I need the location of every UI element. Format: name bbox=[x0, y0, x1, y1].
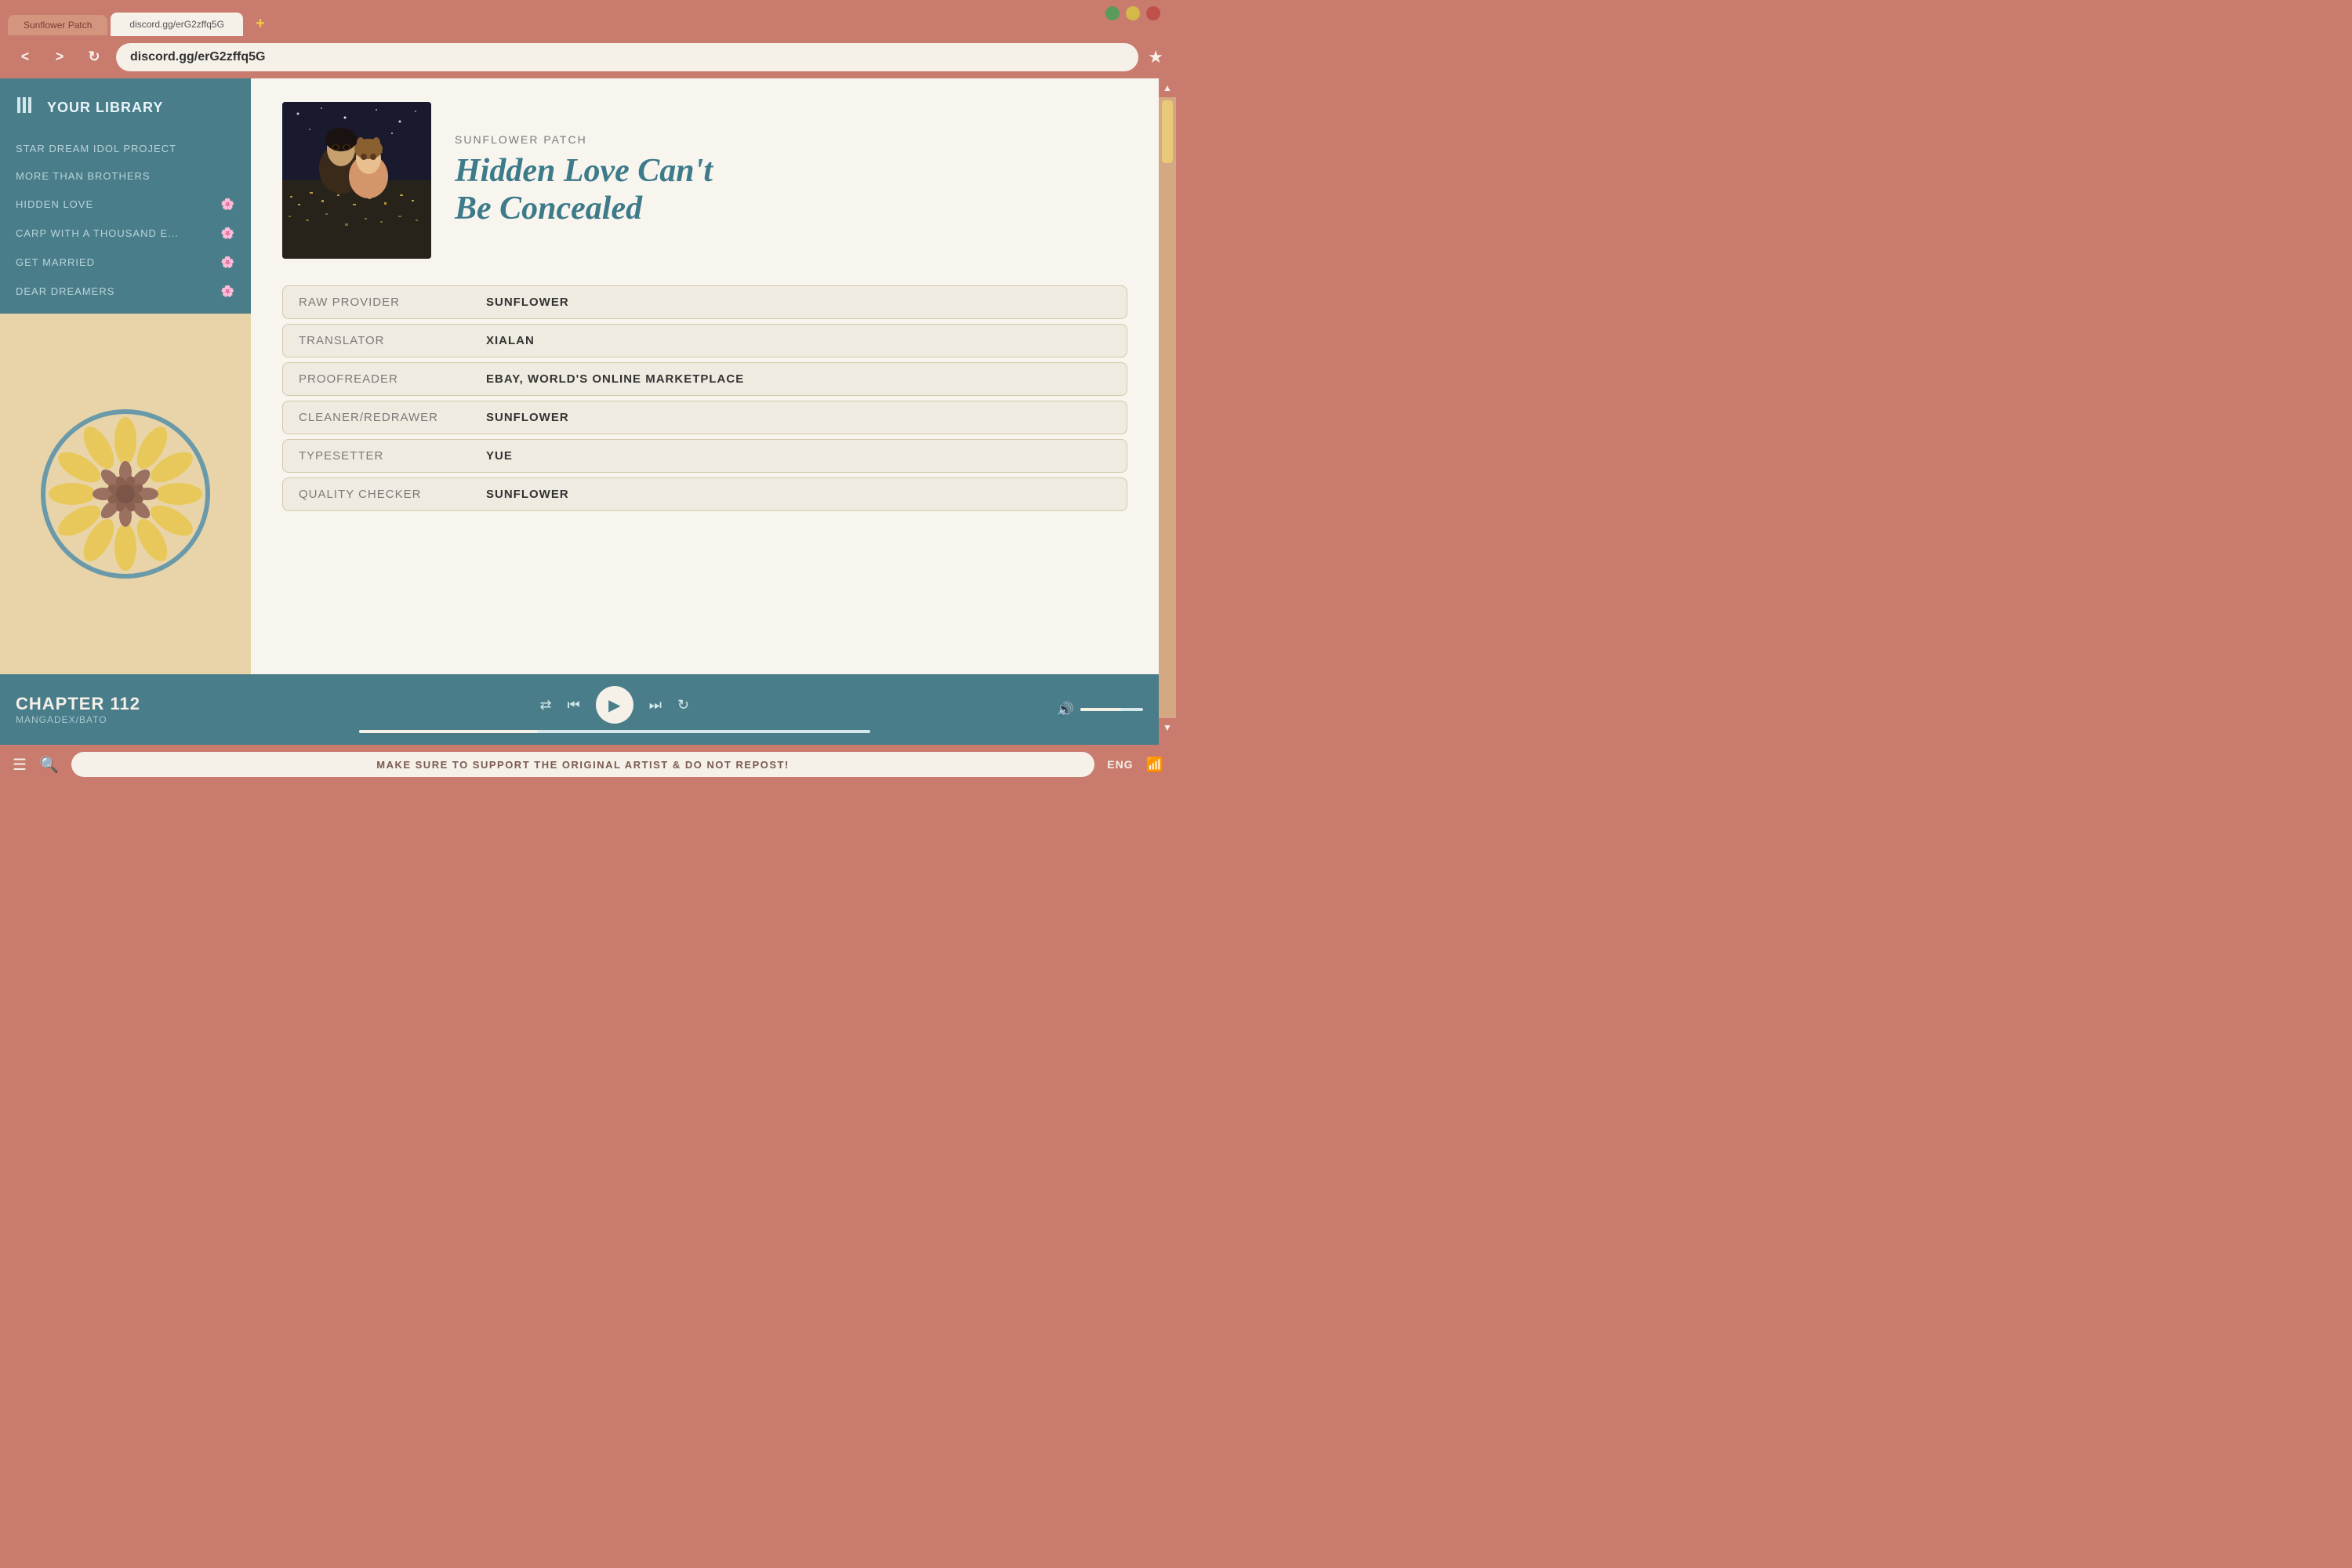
sidebar-item-more-than-brothers[interactable]: MORE THAN BROTHERS bbox=[0, 162, 251, 190]
book-header: SUNFLOWER PATCH Hidden Love Can't Be Con… bbox=[282, 102, 1127, 259]
flower-icon-4: 🌸 bbox=[221, 285, 235, 298]
credits-table: RAW PROVIDER SUNFLOWER TRANSLATOR XIALAN… bbox=[282, 281, 1127, 516]
flower-icon-1: 🌸 bbox=[221, 198, 235, 211]
language-label: ENG bbox=[1107, 758, 1133, 771]
sidebar-item-carp[interactable]: CARP WITH A THOUSAND E... 🌸 bbox=[0, 219, 251, 248]
sidebar-logo-area bbox=[0, 314, 251, 674]
window-controls bbox=[1105, 6, 1160, 20]
book-title: Hidden Love Can't Be Concealed bbox=[455, 152, 713, 228]
sidebar: YOUR LIBRARY STAR DREAM IDOL PROJECT MOR… bbox=[0, 78, 251, 674]
volume-fill bbox=[1080, 708, 1121, 711]
sidebar-title: YOUR LIBRARY bbox=[47, 100, 163, 116]
prev-button[interactable]: ⏮ bbox=[568, 697, 580, 713]
credit-role: CLEANER/REDRAWER bbox=[282, 401, 470, 434]
flower-icon-3: 🌸 bbox=[221, 256, 235, 269]
player-bar: CHAPTER 112 MANGADEX/BATO ⇄ ⏮ ▶ ⏭ ↻ 🔊 bbox=[0, 674, 1159, 745]
sidebar-header: YOUR LIBRARY bbox=[0, 94, 251, 135]
credit-role: QUALITY CHECKER bbox=[282, 477, 470, 511]
player-source: MANGADEX/BATO bbox=[16, 714, 172, 725]
sidebar-item-hidden-love[interactable]: HIDDEN LOVE 🌸 bbox=[0, 190, 251, 219]
maximize-button[interactable] bbox=[1126, 6, 1140, 20]
book-info: SUNFLOWER PATCH Hidden Love Can't Be Con… bbox=[455, 102, 713, 259]
scroll-down-arrow[interactable]: ▼ bbox=[1159, 718, 1176, 737]
credit-name: SUNFLOWER bbox=[470, 477, 1127, 511]
minimize-button[interactable] bbox=[1105, 6, 1120, 20]
flower-icon-2: 🌸 bbox=[221, 227, 235, 240]
main-container: YOUR LIBRARY STAR DREAM IDOL PROJECT MOR… bbox=[0, 78, 1159, 674]
forward-button[interactable]: > bbox=[47, 45, 72, 70]
sidebar-item-star-dream[interactable]: STAR DREAM IDOL PROJECT bbox=[0, 135, 251, 162]
status-right: ENG 📶 bbox=[1107, 757, 1163, 773]
book-cover-art bbox=[282, 102, 431, 259]
volume-bar[interactable] bbox=[1080, 708, 1143, 711]
credit-role: TYPESETTER bbox=[282, 439, 470, 473]
volume-icon: 🔊 bbox=[1057, 702, 1074, 718]
play-button[interactable]: ▶ bbox=[596, 686, 633, 724]
book-publisher: SUNFLOWER PATCH bbox=[455, 133, 713, 146]
scrollbar-thumb[interactable] bbox=[1162, 100, 1173, 163]
book-cover bbox=[282, 102, 431, 259]
player-buttons: ⇄ ⏮ ▶ ⏭ ↻ bbox=[539, 686, 689, 724]
credit-name: YUE bbox=[470, 439, 1127, 473]
reload-button[interactable]: ↻ bbox=[82, 45, 107, 70]
credit-role: RAW PROVIDER bbox=[282, 285, 470, 319]
credit-name: SUNFLOWER bbox=[470, 285, 1127, 319]
credits-row: PROOFREADER EBAY, WORLD'S ONLINE MARKETP… bbox=[282, 362, 1127, 396]
credits-row: TYPESETTER YUE bbox=[282, 439, 1127, 473]
player-progress-fill bbox=[359, 730, 538, 733]
tab-active[interactable]: discord.gg/erG2zffq5G bbox=[111, 13, 243, 36]
player-volume: 🔊 bbox=[1057, 702, 1143, 718]
bookmark-button[interactable]: ★ bbox=[1148, 47, 1163, 67]
shuffle-button[interactable]: ⇄ bbox=[539, 697, 551, 713]
library-icon bbox=[16, 94, 38, 121]
sunflower-logo bbox=[39, 408, 212, 580]
new-tab-button[interactable]: + bbox=[246, 12, 274, 35]
main-content: SUNFLOWER PATCH Hidden Love Can't Be Con… bbox=[251, 78, 1159, 674]
player-controls: ⇄ ⏮ ▶ ⏭ ↻ bbox=[188, 686, 1041, 733]
nav-bar: < > ↻ discord.gg/erG2zffq5G ★ bbox=[0, 35, 1176, 78]
scrollbar-track bbox=[1159, 97, 1176, 718]
tab-inactive[interactable]: Sunflower Patch bbox=[8, 15, 107, 35]
repeat-button[interactable]: ↻ bbox=[677, 697, 689, 713]
next-button[interactable]: ⏭ bbox=[649, 697, 662, 713]
close-button[interactable] bbox=[1146, 6, 1160, 20]
sidebar-item-get-married[interactable]: GET MARRIED 🌸 bbox=[0, 248, 251, 277]
scrollbar[interactable]: ▲ ▼ bbox=[1159, 78, 1176, 737]
credit-role: PROOFREADER bbox=[282, 362, 470, 396]
credit-name: EBAY, WORLD'S ONLINE MARKETPLACE bbox=[470, 362, 1127, 396]
status-message: MAKE SURE TO SUPPORT THE ORIGINAL ARTIST… bbox=[71, 752, 1094, 777]
wifi-icon: 📶 bbox=[1146, 757, 1163, 773]
search-icon[interactable]: 🔍 bbox=[39, 755, 59, 775]
status-bar: ☰ 🔍 MAKE SURE TO SUPPORT THE ORIGINAL AR… bbox=[0, 745, 1176, 784]
address-bar[interactable]: discord.gg/erG2zffq5G bbox=[116, 43, 1138, 71]
credits-row: CLEANER/REDRAWER SUNFLOWER bbox=[282, 401, 1127, 434]
scroll-up-arrow[interactable]: ▲ bbox=[1159, 78, 1176, 97]
player-info: CHAPTER 112 MANGADEX/BATO bbox=[16, 694, 172, 725]
credits-row: QUALITY CHECKER SUNFLOWER bbox=[282, 477, 1127, 511]
menu-icon[interactable]: ☰ bbox=[13, 755, 27, 775]
back-button[interactable]: < bbox=[13, 45, 38, 70]
sidebar-item-dear-dreamers[interactable]: DEAR DREAMERS 🌸 bbox=[0, 277, 251, 306]
credits-row: TRANSLATOR XIALAN bbox=[282, 324, 1127, 358]
player-progress-bar[interactable] bbox=[359, 730, 871, 733]
player-chapter: CHAPTER 112 bbox=[16, 694, 172, 714]
credits-row: RAW PROVIDER SUNFLOWER bbox=[282, 285, 1127, 319]
credit-role: TRANSLATOR bbox=[282, 324, 470, 358]
credit-name: XIALAN bbox=[470, 324, 1127, 358]
credit-name: SUNFLOWER bbox=[470, 401, 1127, 434]
